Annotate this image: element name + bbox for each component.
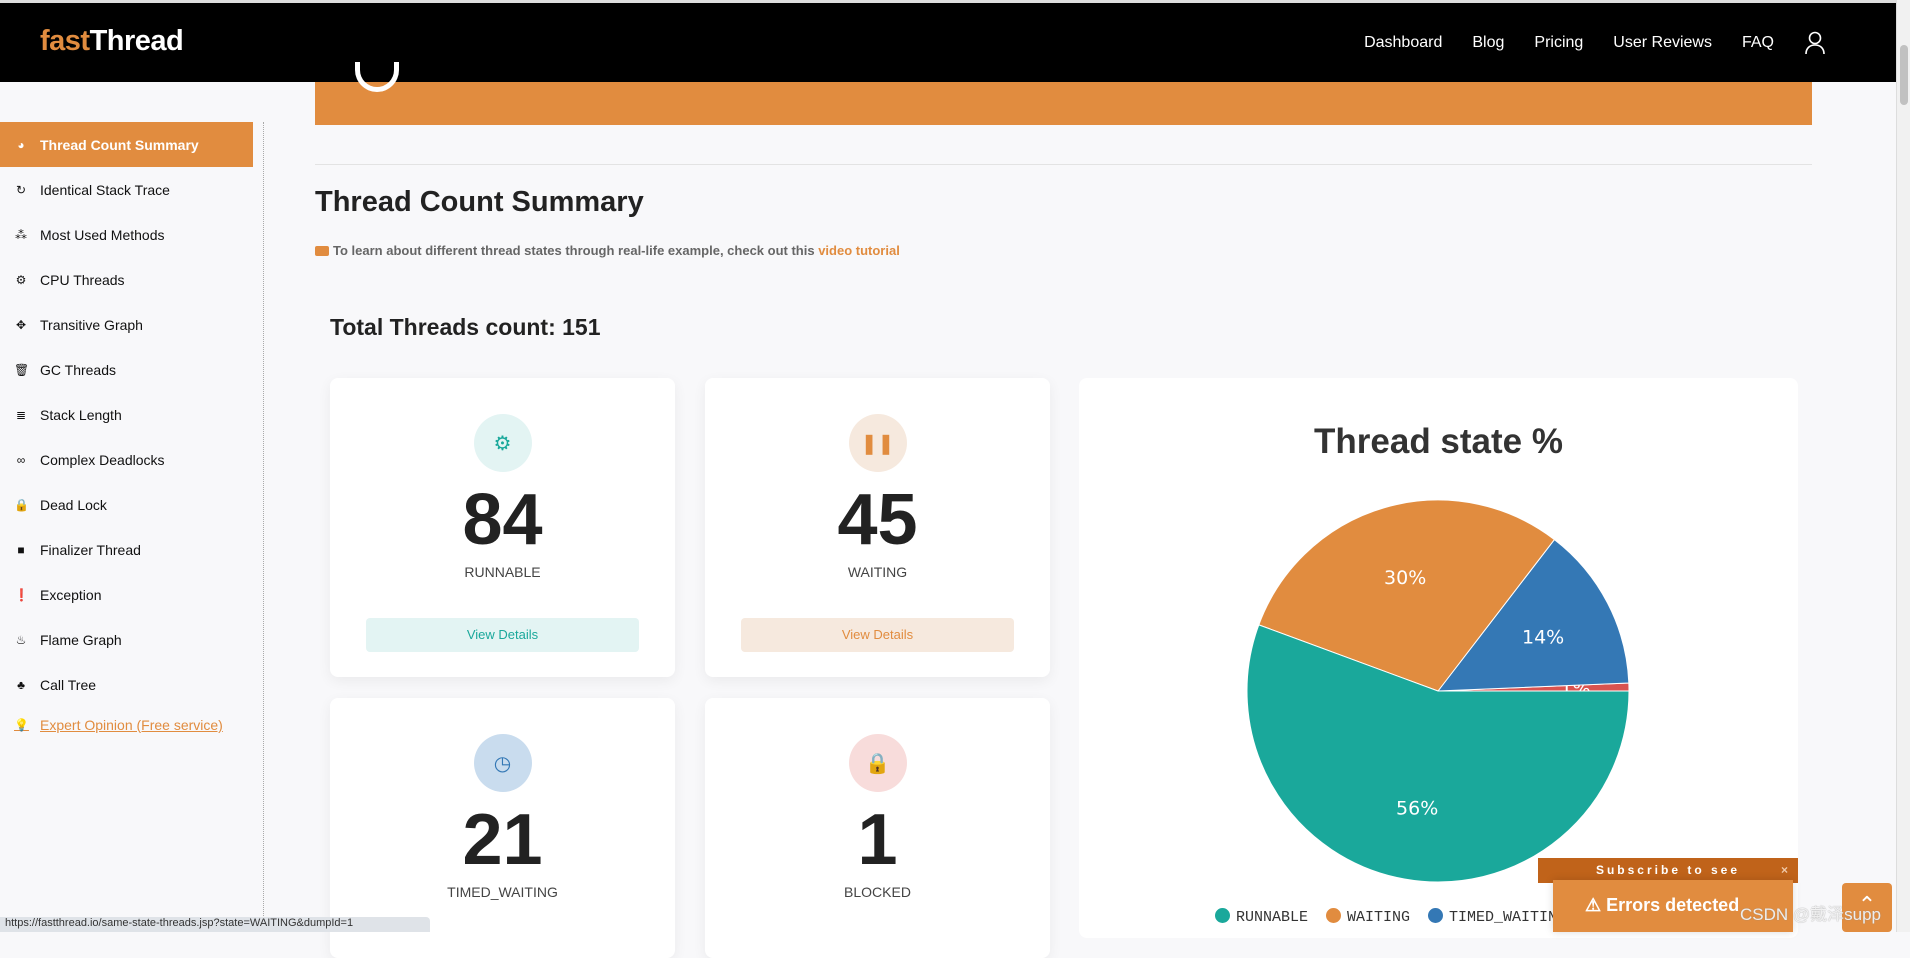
pause-icon: ❚❚ [848, 414, 907, 472]
tutorial-hint: To learn about different thread states t… [315, 243, 900, 258]
link-icon: ∞ [16, 452, 26, 467]
page-scrollbar[interactable] [1896, 0, 1910, 932]
gear-icon: ⚙ [473, 414, 532, 472]
legend-marker [1326, 908, 1342, 923]
state-label: RUNNABLE [464, 564, 541, 580]
trash-icon: 🗑 [14, 362, 30, 377]
flame-icon: ♨ [15, 632, 27, 647]
sidebar-item-thread-count-summary[interactable]: ◕ Thread Count Summary [0, 122, 253, 167]
state-label: WAITING [847, 564, 908, 580]
exclamation-icon: ❗ [14, 587, 29, 602]
clock-icon: ◷ [473, 734, 532, 792]
legend-item-timed_waiting[interactable]: TIMED_WAITING [1428, 908, 1566, 926]
sidebar-item-dead-lock[interactable]: 🔒 Dead Lock [0, 482, 263, 527]
sidebar-item-transitive-graph[interactable]: ✥ Transitive Graph [0, 302, 263, 347]
slice-label-timed_waiting: 14% [1522, 626, 1564, 648]
cogs-icon: ⚙ [15, 272, 27, 287]
move-icon: ✥ [15, 317, 27, 332]
top-banner [315, 62, 1812, 125]
warning-icon: ⚠ [1585, 895, 1607, 915]
lightbulb-icon: 💡 [14, 718, 29, 732]
state-count: 21 [462, 800, 543, 880]
watermark: CSDN @戴泽supp [1740, 905, 1882, 924]
legend-item-waiting[interactable]: WAITING [1326, 908, 1410, 926]
legend-item-runnable[interactable]: RUNNABLE [1215, 908, 1308, 926]
nav-blog[interactable]: Blog [1472, 34, 1504, 52]
logo[interactable]: fastThread [40, 25, 184, 58]
page-title: Thread Count Summary [315, 186, 644, 218]
stack-icon: ≣ [15, 407, 27, 422]
sidebar-item-stack-length[interactable]: ≣ Stack Length [0, 392, 263, 437]
sidebar-item-cpu-threads[interactable]: ⚙ CPU Threads [0, 257, 263, 302]
slice-label-waiting: 30% [1384, 567, 1426, 589]
sidebar-item-gc-threads[interactable]: 🗑 GC Threads [0, 347, 263, 392]
sidebar-item-exception[interactable]: ❗ Exception [0, 572, 263, 617]
state-card-runnable: ⚙ 84 RUNNABLE View Details [330, 378, 675, 677]
legend-marker [1215, 908, 1230, 923]
state-card-waiting: ❚❚ 45 WAITING View Details [705, 378, 1050, 677]
refresh-icon: ↻ [15, 182, 27, 197]
pie-chart: 1%14%30%56% [1246, 499, 1630, 883]
state-label: BLOCKED [844, 884, 911, 900]
main-nav: Dashboard Blog Pricing User Reviews FAQ [1364, 31, 1826, 55]
nav-user-reviews[interactable]: User Reviews [1613, 34, 1712, 52]
divider [315, 164, 1812, 165]
state-count: 45 [837, 480, 918, 560]
sidebar-item-flame-graph[interactable]: ♨ Flame Graph [0, 617, 263, 662]
slice-label-runnable: 56% [1396, 798, 1438, 820]
sidebar-item-identical-stack-trace[interactable]: ↻ Identical Stack Trace [0, 167, 263, 212]
dashboard-icon: ◕ [17, 137, 25, 152]
user-icon[interactable] [1804, 31, 1826, 55]
lock-icon: 🔒 [848, 734, 907, 792]
youtube-icon [315, 246, 329, 256]
scrollbar-thumb[interactable] [1900, 45, 1908, 105]
status-bar-url: https://fastthread.io/same-state-threads… [0, 917, 430, 932]
sidebar-item-call-tree[interactable]: ♣ Call Tree [0, 662, 263, 707]
sidebar-item-most-used-methods[interactable]: ⁂ Most Used Methods [0, 212, 263, 257]
view-details-button[interactable]: View Details [741, 618, 1014, 652]
video-tutorial-link[interactable]: video tutorial [818, 243, 900, 258]
total-threads: Total Threads count: 151 [330, 314, 601, 340]
stop-icon: ■ [17, 542, 25, 557]
view-details-button[interactable]: View Details [366, 618, 639, 652]
nav-pricing[interactable]: Pricing [1534, 34, 1583, 52]
legend-marker [1428, 908, 1444, 923]
sidebar-item-complex-deadlocks[interactable]: ∞ Complex Deadlocks [0, 437, 263, 482]
state-count: 84 [462, 480, 543, 560]
thread-state-chart-card: Thread state % 1% 14% 30% 56% RUNNABLE WAITI… [1079, 378, 1798, 938]
top-navbar: fastThread Dashboard Blog Pricing User R… [0, 0, 1896, 82]
nav-faq[interactable]: FAQ [1742, 34, 1774, 52]
sidebar-item-finalizer-thread[interactable]: ■ Finalizer Thread [0, 527, 263, 572]
nav-dashboard[interactable]: Dashboard [1364, 34, 1442, 52]
state-label: TIMED_WAITING [447, 884, 558, 900]
cubes-icon: ⁂ [15, 227, 27, 242]
state-card-blocked: 🔒 1 BLOCKED [705, 698, 1050, 958]
tree-icon: ♣ [17, 677, 25, 692]
state-count: 1 [857, 800, 898, 880]
lock-icon: 🔒 [14, 497, 29, 512]
sidebar: ◕ Thread Count Summary ↻ Identical Stack Tr… [0, 122, 264, 932]
expert-opinion-link[interactable]: 💡 Expert Opinion (Free service) [0, 707, 263, 743]
banner-icon [355, 62, 399, 92]
